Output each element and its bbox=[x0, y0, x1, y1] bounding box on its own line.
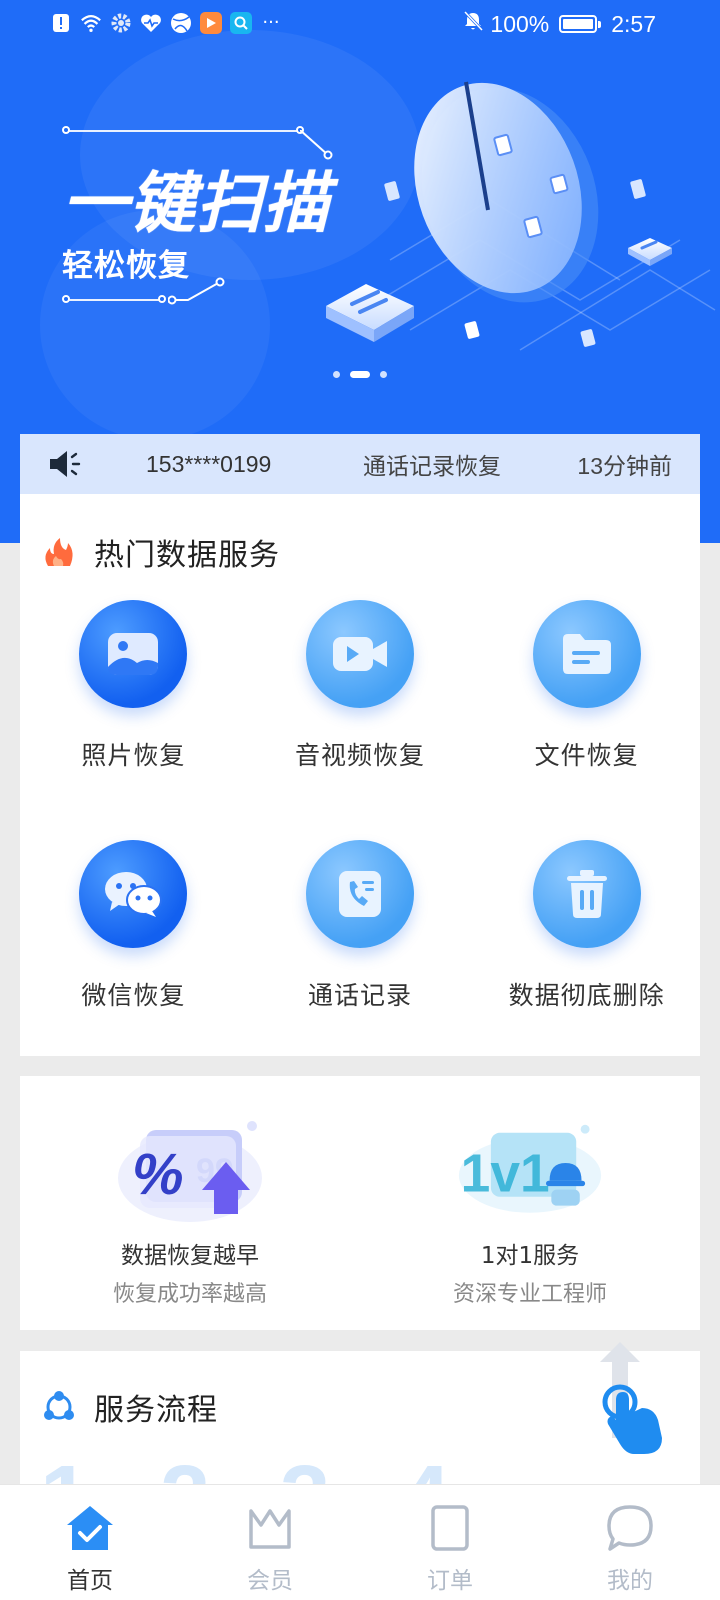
banner-title: 一键扫描 bbox=[62, 165, 330, 242]
svg-text:%: % bbox=[132, 1142, 184, 1207]
service-label: 数据彻底删除 bbox=[508, 981, 665, 1010]
feature-subtitle: 资深专业工程师 bbox=[452, 1282, 607, 1307]
svg-text:1v1: 1v1 bbox=[461, 1144, 550, 1203]
feature-title: 数据恢复越早 bbox=[121, 1243, 259, 1269]
hot-services-header: 热门数据服务 bbox=[42, 530, 280, 574]
photo-icon[interactable] bbox=[79, 600, 188, 708]
banner-dot-active[interactable] bbox=[350, 371, 370, 378]
banner-pagination[interactable] bbox=[0, 371, 720, 378]
more-icon: ··· bbox=[262, 12, 280, 33]
phone-record-icon[interactable] bbox=[305, 840, 414, 948]
alert-icon bbox=[50, 12, 72, 34]
tab-label: 首页 bbox=[67, 1568, 113, 1594]
order-icon bbox=[431, 1505, 469, 1551]
service-flow-title: 服务流程 bbox=[94, 1393, 218, 1428]
home-icon bbox=[67, 1506, 113, 1550]
engineer-illustration-icon: 1v1 bbox=[458, 1124, 602, 1213]
service-photo-recovery[interactable]: 照片恢复 bbox=[20, 600, 247, 772]
deco-line bbox=[66, 299, 162, 301]
service-label: 照片恢复 bbox=[81, 741, 186, 770]
service-label: 音视频恢复 bbox=[294, 741, 425, 770]
service-label: 通话记录 bbox=[307, 981, 412, 1010]
health-icon bbox=[140, 12, 162, 34]
flame-icon bbox=[45, 538, 73, 566]
tab-member[interactable]: 会员 bbox=[180, 1485, 360, 1600]
speaker-icon bbox=[50, 451, 81, 477]
trash-icon[interactable] bbox=[532, 840, 641, 948]
wifi-icon bbox=[80, 12, 102, 34]
video-icon[interactable] bbox=[305, 600, 414, 708]
tab-label: 订单 bbox=[427, 1568, 473, 1594]
deco-line bbox=[66, 130, 300, 132]
flow-steps-preview: 1234 bbox=[40, 1447, 680, 1484]
ticker-phone: 153****0199 bbox=[146, 450, 272, 477]
feature-title: 1对1服务 bbox=[480, 1243, 580, 1269]
tab-home[interactable]: 首页 bbox=[0, 1485, 180, 1600]
tab-label: 会员 bbox=[247, 1568, 293, 1594]
scan-illustration-icon bbox=[326, 81, 716, 351]
video-app-icon bbox=[200, 12, 222, 34]
chat-bubble-icon bbox=[607, 1505, 653, 1551]
mute-icon bbox=[462, 10, 484, 38]
tab-orders[interactable]: 订单 bbox=[360, 1485, 540, 1600]
service-flow-header: 服务流程 bbox=[42, 1385, 218, 1429]
feature-subtitle: 恢复成功率越高 bbox=[112, 1282, 267, 1307]
service-secure-delete[interactable]: 数据彻底删除 bbox=[473, 840, 700, 1012]
service-call-log[interactable]: 通话记录 bbox=[247, 840, 474, 1012]
ball-icon bbox=[170, 12, 192, 34]
bottom-tab-bar: 首页 会员 订单 我的 bbox=[0, 1484, 720, 1600]
banner-dot[interactable] bbox=[333, 371, 340, 378]
wechat-icon[interactable] bbox=[79, 840, 188, 948]
deco-dot bbox=[158, 295, 166, 303]
ticker-service: 通话记录恢复 bbox=[363, 453, 501, 479]
deco-dot bbox=[62, 126, 70, 134]
banner-dot[interactable] bbox=[380, 371, 387, 378]
tab-profile[interactable]: 我的 bbox=[540, 1485, 720, 1600]
banner-subtitle: 轻松恢复 bbox=[62, 248, 190, 284]
feature-one-on-one[interactable]: 1v1 1对1服务 资深专业工程师 bbox=[360, 1076, 700, 1330]
service-wechat-recovery[interactable]: 微信恢复 bbox=[20, 840, 247, 1012]
clock: 2:57 bbox=[611, 10, 656, 37]
battery-percent: 100% bbox=[490, 10, 550, 37]
service-file-recovery[interactable]: 文件恢复 bbox=[473, 600, 700, 772]
hot-services-card: 热门数据服务 照片恢复 音视频恢复 文件恢复 微信恢复 通话记录 数据彻底删除 bbox=[20, 494, 700, 1056]
scroll-top-button[interactable] bbox=[596, 1342, 676, 1462]
battery-icon bbox=[559, 15, 602, 33]
recovery-ticker[interactable]: 153****0199 通话记录恢复 13分钟前 bbox=[20, 434, 700, 494]
hot-services-title: 热门数据服务 bbox=[94, 538, 280, 573]
percent-illustration-icon: % 99 bbox=[118, 1121, 262, 1222]
service-label: 微信恢复 bbox=[81, 981, 186, 1010]
features-card: % 99 数据恢复越早 恢复成功率越高 1v1 1对1服务 资深专业工程师 bbox=[20, 1076, 700, 1330]
crown-icon bbox=[249, 1509, 291, 1549]
feature-early-recovery[interactable]: % 99 数据恢复越早 恢复成功率越高 bbox=[20, 1076, 360, 1330]
service-video-recovery[interactable]: 音视频恢复 bbox=[247, 600, 474, 772]
file-icon[interactable] bbox=[532, 600, 641, 708]
service-grid: 照片恢复 音视频恢复 文件恢复 微信恢复 通话记录 数据彻底删除 bbox=[20, 600, 700, 1012]
deco-dot bbox=[62, 295, 70, 303]
service-label: 文件恢复 bbox=[534, 741, 639, 770]
tab-label: 我的 bbox=[607, 1568, 653, 1594]
gear-icon bbox=[110, 12, 132, 34]
search-app-icon bbox=[230, 12, 252, 34]
status-bar: ··· 100% 2:57 bbox=[0, 0, 720, 48]
flow-icon bbox=[44, 1391, 74, 1420]
ticker-time: 13分钟前 bbox=[577, 453, 672, 479]
